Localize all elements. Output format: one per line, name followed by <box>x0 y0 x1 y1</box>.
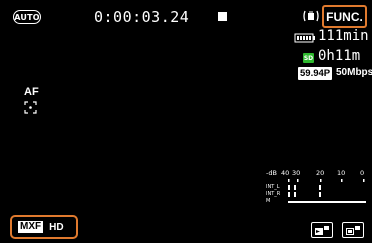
channel-label-r: INT_R <box>266 191 281 197</box>
display-toggle-icon <box>346 226 360 235</box>
timecode-display: 0:00:03.24 <box>94 8 190 26</box>
af-mode-label: AF <box>24 86 39 98</box>
stop-square-icon <box>218 12 227 21</box>
meter-ticks <box>288 179 365 182</box>
meter-scale-db: -dB <box>266 169 277 177</box>
battery-remaining-time: 111min <box>318 28 369 44</box>
recording-format-button[interactable]: MXF HD <box>10 215 78 239</box>
meter-scale-20: 20 <box>316 169 325 177</box>
battery-icon <box>294 33 315 43</box>
channel-label-l: INT_L <box>266 184 280 190</box>
bitrate-label: 50Mbps <box>336 67 372 78</box>
display-toggle-button[interactable] <box>342 222 364 238</box>
auto-mode-badge[interactable]: AUTO <box>13 10 41 24</box>
resolution-label: HD <box>49 221 64 233</box>
meter-scale-30: 30 <box>292 169 301 177</box>
meter-scale-10: 10 <box>337 169 346 177</box>
frame-rate-badge: 59.94P <box>298 67 333 80</box>
recording-time-remaining: 0h11m <box>318 48 361 64</box>
meter-scale-0: 0 <box>360 169 365 177</box>
sd-card-icon: SD <box>303 53 314 63</box>
playback-toggle-button[interactable] <box>311 222 333 238</box>
camera-screen: AUTO 0:00:03.24 FUNC. 111min SD 0h11m 59… <box>0 0 372 243</box>
af-frame-icon <box>24 101 37 114</box>
channel-label-m: M <box>266 198 271 204</box>
playback-toggle-icon <box>315 226 329 235</box>
meter-bars <box>288 185 366 203</box>
meter-scale-40: 40 <box>281 169 290 177</box>
container-format-label: MXF <box>18 221 44 233</box>
func-button[interactable]: FUNC. <box>322 5 367 28</box>
audio-level-meter: -dB 40 30 20 10 0 INT_L INT_R M <box>266 169 368 217</box>
image-stabilizer-icon <box>303 10 319 22</box>
